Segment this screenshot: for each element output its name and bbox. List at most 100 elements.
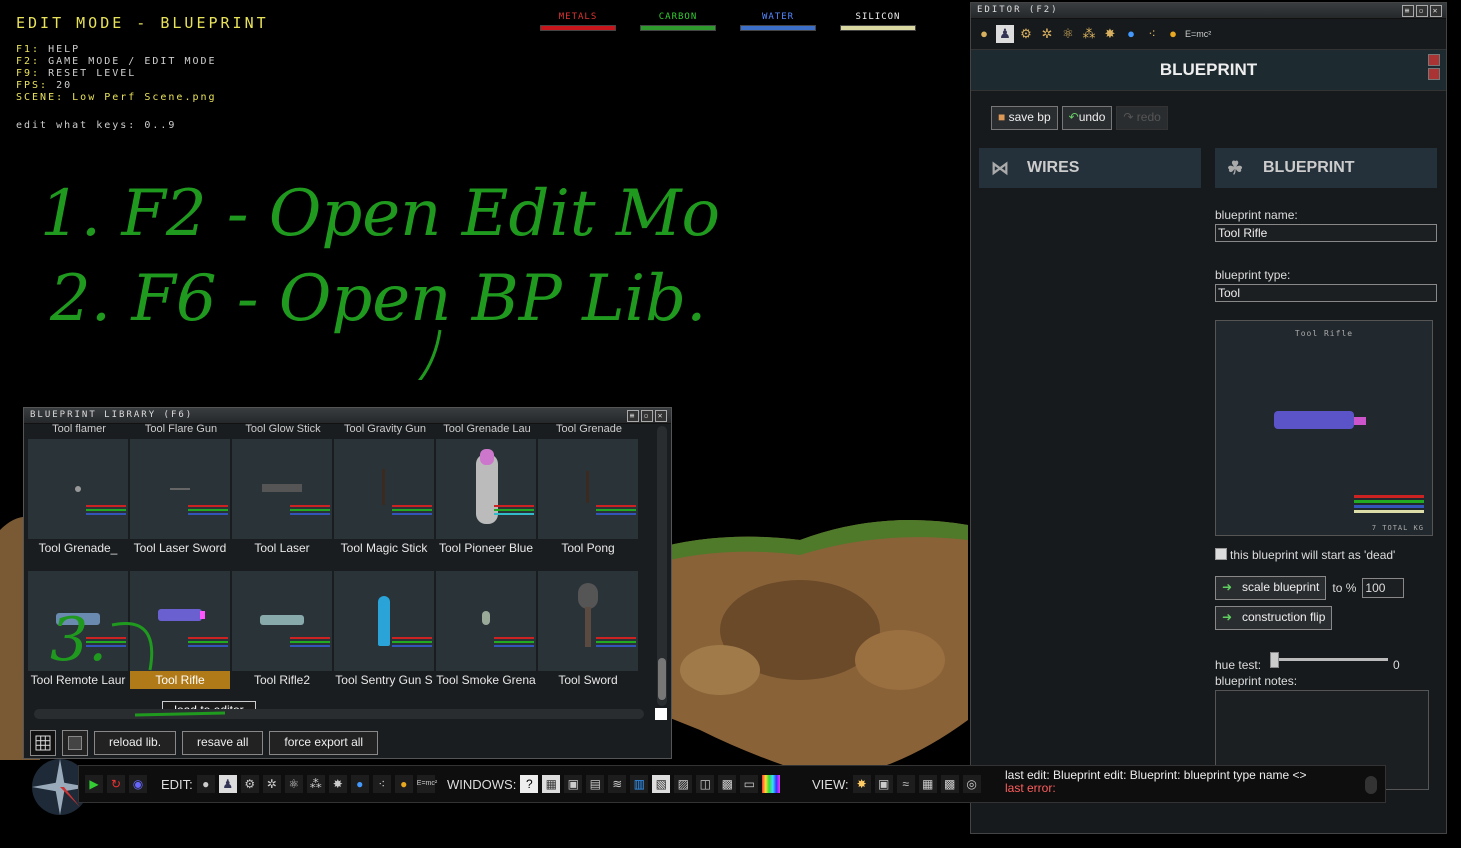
close-icon[interactable]: ✕ — [1430, 5, 1442, 17]
reload-lib-button[interactable]: reload lib. — [94, 731, 177, 755]
list-item[interactable]: Tool Gravity Gun — [334, 424, 436, 436]
menu-icon[interactable]: ≡ — [1402, 5, 1414, 17]
character-icon[interactable]: ♟ — [996, 25, 1014, 43]
save-bp-button[interactable]: ■ save bp — [991, 106, 1058, 130]
reset-icon[interactable]: ↻ — [107, 775, 125, 793]
molecule-icon[interactable]: ⚛ — [1059, 25, 1077, 43]
header-arrow-icon[interactable] — [1428, 68, 1440, 80]
sphere-icon[interactable]: ● — [1164, 25, 1182, 43]
wires-section-header[interactable]: ⋈ WIRES — [979, 148, 1201, 188]
hud-edit-keys: edit what keys: 0..9 — [16, 120, 177, 131]
formula-icon[interactable]: E=mc² — [416, 775, 437, 793]
layout-icon[interactable]: ▥ — [630, 775, 649, 793]
gear-icon[interactable]: ✲ — [262, 775, 281, 793]
scale-percent-input[interactable]: 100 — [1362, 578, 1405, 598]
color-bars-icon[interactable] — [762, 775, 781, 793]
wave-icon[interactable]: ≋ — [608, 775, 627, 793]
blueprint-card[interactable]: Tool Sentry Gun S — [334, 571, 434, 689]
wind-icon[interactable]: ≈ — [896, 775, 915, 793]
calendar-icon[interactable]: ▦ — [542, 775, 561, 793]
scroll-thumb[interactable] — [658, 658, 666, 700]
list-item[interactable]: Tool Flare Gun — [130, 424, 232, 436]
pixel-grid-icon[interactable]: ▩ — [940, 775, 959, 793]
blueprint-card[interactable]: Tool Grenade_ — [28, 439, 128, 557]
explosion-icon[interactable]: ✸ — [1101, 25, 1119, 43]
dots-icon[interactable]: ⁖ — [372, 775, 391, 793]
redo-button[interactable]: ↷ redo — [1116, 106, 1168, 130]
grid-view-icon[interactable] — [30, 730, 56, 756]
editor-header: BLUEPRINT — [971, 50, 1446, 91]
explosion-icon[interactable]: ✸ — [328, 775, 347, 793]
lua-icon[interactable]: ◉ — [129, 775, 147, 793]
lua-window-icon[interactable]: ◫ — [696, 775, 715, 793]
library-vertical-scrollbar[interactable] — [657, 426, 667, 706]
play-icon[interactable]: ▶ — [85, 775, 103, 793]
planet-icon[interactable]: ● — [196, 775, 215, 793]
character-icon[interactable]: ♟ — [218, 775, 237, 793]
monitor-icon[interactable]: ▤ — [586, 775, 605, 793]
gear-icon[interactable]: ✲ — [1038, 25, 1056, 43]
status-scrollbar[interactable] — [1365, 776, 1377, 794]
menu-icon[interactable]: ≡ — [627, 410, 639, 422]
construction-flip-button[interactable]: construction flip — [1215, 606, 1333, 630]
window-icon[interactable]: ▣ — [564, 775, 583, 793]
particles-icon[interactable]: ⁂ — [306, 775, 325, 793]
water-drop-icon[interactable]: ● — [350, 775, 369, 793]
restore-icon[interactable]: ▫ — [641, 410, 653, 422]
list-item[interactable]: Tool Grenade Lau — [436, 424, 538, 436]
windows-label: WINDOWS: — [447, 776, 517, 792]
wires-column: ⋈ WIRES — [979, 148, 1201, 828]
blueprint-card[interactable]: Tool Sword — [538, 571, 638, 689]
vehicle-icon[interactable]: ⚙ — [1017, 25, 1035, 43]
blueprint-card[interactable]: Tool Magic Stick — [334, 439, 434, 557]
list-item[interactable]: Tool flamer — [28, 424, 130, 436]
editor-titlebar[interactable]: EDITOR (F2) ≡ ▫ ✕ — [971, 3, 1446, 19]
photo-icon[interactable]: ▣ — [874, 775, 893, 793]
hue-slider[interactable] — [1270, 658, 1388, 661]
blueprint-type-input[interactable]: Tool — [1215, 284, 1437, 302]
blueprint-card[interactable]: Tool Pong — [538, 439, 638, 557]
vehicle-icon[interactable]: ⚙ — [240, 775, 259, 793]
explosion-view-icon[interactable]: ✸ — [852, 775, 871, 793]
undo-button[interactable]: ↶undo — [1061, 106, 1113, 130]
editor-panel[interactable]: EDITOR (F2) ≡ ▫ ✕ ● ♟ ⚙ ✲ ⚛ ⁂ ✸ ● ⁖ ● E=… — [970, 2, 1447, 834]
grid-icon[interactable]: ▦ — [918, 775, 937, 793]
dots-icon[interactable]: ⁖ — [1143, 25, 1161, 43]
particles-icon[interactable]: ⁂ — [1080, 25, 1098, 43]
molecule-icon[interactable]: ⚛ — [284, 775, 303, 793]
blueprint-card[interactable]: Tool Rifle2 — [232, 571, 332, 689]
radar-icon[interactable]: ◎ — [962, 775, 981, 793]
err-icon[interactable]: ▩ — [718, 775, 737, 793]
formula-icon[interactable]: E=mc² — [1185, 25, 1211, 43]
list-item[interactable]: Tool Glow Stick — [232, 424, 334, 436]
blueprint-card[interactable]: Tool Smoke Grena — [436, 571, 536, 689]
close-icon[interactable]: ✕ — [655, 410, 667, 422]
list-icon[interactable]: ▨ — [674, 775, 693, 793]
blueprint-card[interactable]: Tool Laser — [232, 439, 332, 557]
sphere-icon[interactable]: ● — [394, 775, 413, 793]
planet-icon[interactable]: ● — [975, 25, 993, 43]
help-icon[interactable]: ? — [520, 775, 539, 793]
blueprint-name-input[interactable]: Tool Rifle — [1215, 224, 1437, 242]
library-top-row-labels: Tool flamer Tool Flare Gun Tool Glow Sti… — [28, 424, 640, 436]
restore-icon[interactable]: ▫ — [1416, 5, 1428, 17]
blueprint-card[interactable]: Tool Laser Sword — [130, 439, 230, 557]
resave-all-button[interactable]: resave all — [182, 731, 264, 755]
hud-line-mode: F2: GAME MODE / EDIT MODE — [16, 56, 217, 67]
library-icon[interactable]: ▧ — [652, 775, 671, 793]
list-item[interactable]: Tool Grenade — [538, 424, 640, 436]
resize-handle[interactable] — [655, 708, 667, 720]
blueprint-section-header[interactable]: ☘ BLUEPRINT — [1215, 148, 1437, 188]
dead-checkbox[interactable]: this blueprint will start as 'dead' — [1215, 548, 1437, 562]
force-export-all-button[interactable]: force export all — [269, 731, 379, 755]
blueprint-card[interactable]: Tool Pioneer Blue — [436, 439, 536, 557]
water-drop-icon[interactable]: ● — [1122, 25, 1140, 43]
header-toggle-icon[interactable] — [1428, 54, 1440, 66]
eb-icon[interactable]: ▭ — [740, 775, 759, 793]
editor-toolbar: ■ save bp ↶undo ↷ redo — [971, 91, 1446, 139]
single-view-icon[interactable] — [62, 730, 88, 756]
scale-blueprint-button[interactable]: scale blueprint — [1215, 576, 1327, 600]
library-titlebar[interactable]: BLUEPRINT LIBRARY (F6) ≡ ▫ ✕ — [24, 408, 671, 424]
hue-slider-thumb[interactable] — [1270, 652, 1279, 668]
res-metals: METALS — [540, 12, 616, 31]
